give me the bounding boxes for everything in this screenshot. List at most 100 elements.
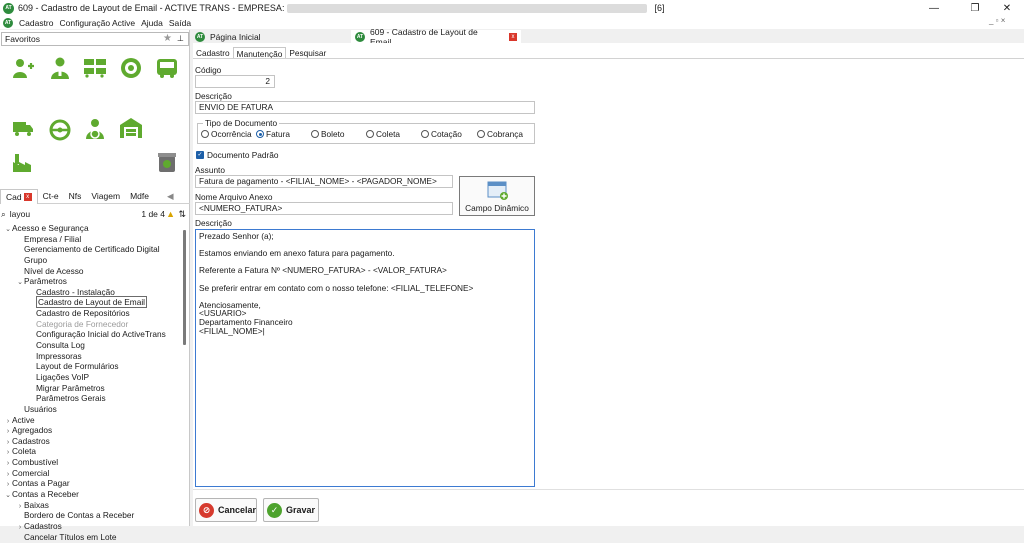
tree-item[interactable]: Configuração Inicial do ActiveTrans — [0, 329, 184, 340]
mdi-window-controls[interactable]: _ ▫ × — [989, 16, 1005, 29]
tab-mdfe[interactable]: Mdfe — [125, 189, 154, 204]
tree-item[interactable]: Grupo — [0, 255, 184, 266]
tree-item-label: Combustível — [12, 457, 59, 468]
menu-configuracao[interactable]: Configuração Active — [60, 18, 136, 28]
cancelar-button[interactable]: ⊘ Cancelar — [195, 498, 257, 522]
email-body-line: Prezado Senhor (a); — [199, 231, 274, 241]
tipo-radio-2[interactable]: Boleto — [311, 129, 345, 139]
tree-item[interactable]: Bordero de Contas a Receber — [0, 510, 184, 521]
nome-arquivo-field[interactable]: <NUMERO_FATURA> — [195, 202, 453, 215]
radio-label: Coleta — [376, 129, 400, 139]
codigo-label: Código — [195, 65, 222, 75]
tree-scrollbar[interactable] — [183, 230, 186, 345]
tree-item[interactable]: Nível de Acesso — [0, 266, 184, 277]
driver-seat-icon[interactable] — [78, 112, 112, 144]
factory-icon[interactable] — [6, 146, 40, 178]
redacted-company — [287, 3, 648, 13]
tabs-divider — [193, 58, 1024, 59]
main-form: Cadastro Manutenção Pesquisar Código 2 D… — [193, 43, 1024, 526]
tree-search-input[interactable]: layou — [10, 209, 30, 219]
tree-item[interactable]: ⌄Parâmetros — [0, 276, 184, 287]
tree-item[interactable]: › Contas a Pagar — [0, 478, 184, 489]
tab-cad[interactable]: Cad x — [0, 188, 38, 204]
codigo-field[interactable]: 2 — [195, 75, 275, 88]
search-prev-icon[interactable]: ▲ — [166, 209, 175, 219]
tree-item[interactable]: › Coleta — [0, 446, 184, 457]
tree-item-label: Cadastro de Layout de Email — [36, 296, 148, 309]
documento-padrao-checkbox[interactable]: ✓ Documento Padrão — [196, 150, 279, 160]
tree-item[interactable]: Consulta Log — [0, 340, 184, 351]
tree-item[interactable]: Cancelar Títulos em Lote — [0, 532, 184, 543]
window-title-suffix: [6] — [654, 3, 665, 13]
tree-item[interactable]: › Combustível — [0, 457, 184, 468]
search-sort-icon[interactable]: ⇅ — [178, 209, 186, 220]
tree-item[interactable]: › Cadastros — [0, 436, 184, 447]
menu-ajuda[interactable]: Ajuda — [141, 18, 163, 28]
tipo-radio-5[interactable]: Cobrança — [477, 129, 523, 139]
user-add-icon[interactable] — [6, 52, 40, 84]
tree-item[interactable]: Usuários — [0, 404, 184, 415]
recycle-bin-icon[interactable] — [150, 146, 184, 178]
tree-item[interactable]: › Active — [0, 415, 184, 426]
tree-item[interactable]: Gerenciamento de Certificado Digital — [0, 244, 184, 255]
tree-item[interactable]: › Agregados — [0, 425, 184, 436]
warehouse-icon[interactable] — [114, 112, 148, 144]
truck-icon[interactable] — [6, 112, 40, 144]
tree-item[interactable]: › Baixas — [0, 500, 184, 511]
tab-viagem[interactable]: Viagem — [86, 189, 125, 204]
bus-icon[interactable] — [150, 52, 184, 84]
wheel-icon[interactable] — [114, 52, 148, 84]
assunto-field[interactable]: Fatura de pagamento - <FILIAL_NOME> - <P… — [195, 175, 453, 188]
tree-item[interactable]: Categoria de Fornecedor — [0, 319, 184, 330]
pin-icon[interactable]: ⊥ — [177, 33, 184, 45]
tipo-radio-0[interactable]: Ocorrência — [201, 129, 252, 139]
tree-search[interactable]: ⌕ layou 1 de 4 ▲ ⇅ — [1, 207, 189, 221]
favorites-header: Favoritos ★ ⊥ — [1, 32, 189, 46]
save-check-icon: ✓ — [267, 502, 282, 518]
campo-dinamico-button[interactable]: Campo Dinâmico — [459, 176, 535, 216]
tabs-scroll-left-icon[interactable]: ◀ — [162, 189, 179, 204]
tipo-radio-1[interactable]: Fatura — [256, 129, 290, 139]
driver-icon[interactable] — [43, 52, 77, 84]
menu-saida[interactable]: Saída — [169, 18, 191, 28]
tree-item-label: Cancelar Títulos em Lote — [24, 531, 117, 542]
tree-item[interactable]: ⌄Acesso e Segurança — [0, 223, 184, 234]
search-icon: ⌕ — [1, 208, 6, 219]
steering-wheel-icon[interactable] — [43, 114, 77, 146]
tab-layout-email[interactable]: AT 609 - Cadastro de Layout de Email x — [351, 27, 521, 47]
tree-item[interactable]: Cadastro de Layout de Email — [0, 296, 184, 309]
tree-item[interactable]: Migrar Parâmetros — [0, 383, 184, 394]
tree-item[interactable]: Impressoras — [0, 351, 184, 362]
email-body-line: Referente a Fatura Nº <NUMERO_FATURA> - … — [199, 265, 447, 276]
tab-pagina-inicial[interactable]: AT Página Inicial — [191, 30, 351, 43]
tree-item[interactable]: › Comercial — [0, 468, 184, 479]
tree-item[interactable]: Parâmetros Gerais — [0, 393, 184, 404]
tab-cte[interactable]: Ct-e — [38, 189, 64, 204]
close-tab-icon[interactable]: x — [509, 32, 517, 41]
descricao-field[interactable]: ENVIO DE FATURA — [195, 101, 535, 114]
maximize-button[interactable]: ❐ — [958, 0, 992, 16]
tree-item[interactable]: Ligações VoIP — [0, 372, 184, 383]
tree-item-label: Parâmetros Gerais — [36, 393, 106, 404]
tipo-radio-3[interactable]: Coleta — [366, 129, 400, 139]
fleet-icon[interactable] — [78, 52, 112, 84]
tree-item[interactable]: › Cadastros — [0, 521, 184, 532]
tree-item[interactable]: Empresa / Filial — [0, 234, 184, 245]
close-button[interactable]: ✕ — [990, 0, 1024, 16]
menu-cadastro[interactable]: Cadastro — [19, 18, 54, 28]
tree-item[interactable]: ⌄Contas a Receber — [0, 489, 184, 500]
gravar-button[interactable]: ✓ Gravar — [263, 498, 319, 522]
campo-dinamico-label: Campo Dinâmico — [465, 203, 529, 213]
star-icon[interactable]: ★ — [163, 33, 172, 45]
tree-item[interactable]: Layout de Formulários — [0, 361, 184, 372]
email-body-textarea[interactable]: Prezado Senhor (a); Estamos enviando em a… — [195, 229, 535, 487]
left-panel: Favoritos ★ ⊥ Cad x Ct-e Nfs Viagem Mdfe… — [0, 30, 190, 542]
tipo-radio-4[interactable]: Cotação — [421, 129, 462, 139]
tab-nfs[interactable]: Nfs — [64, 189, 87, 204]
minimize-button[interactable]: — — [917, 0, 951, 16]
email-body-line: Se preferir entrar em contato com o noss… — [199, 282, 474, 293]
tree-item[interactable]: Cadastro de Repositórios — [0, 308, 184, 319]
menu-logo-icon: AT — [3, 17, 13, 28]
close-icon[interactable]: x — [23, 193, 32, 202]
tree-item-label: Ligações VoIP — [36, 371, 90, 382]
